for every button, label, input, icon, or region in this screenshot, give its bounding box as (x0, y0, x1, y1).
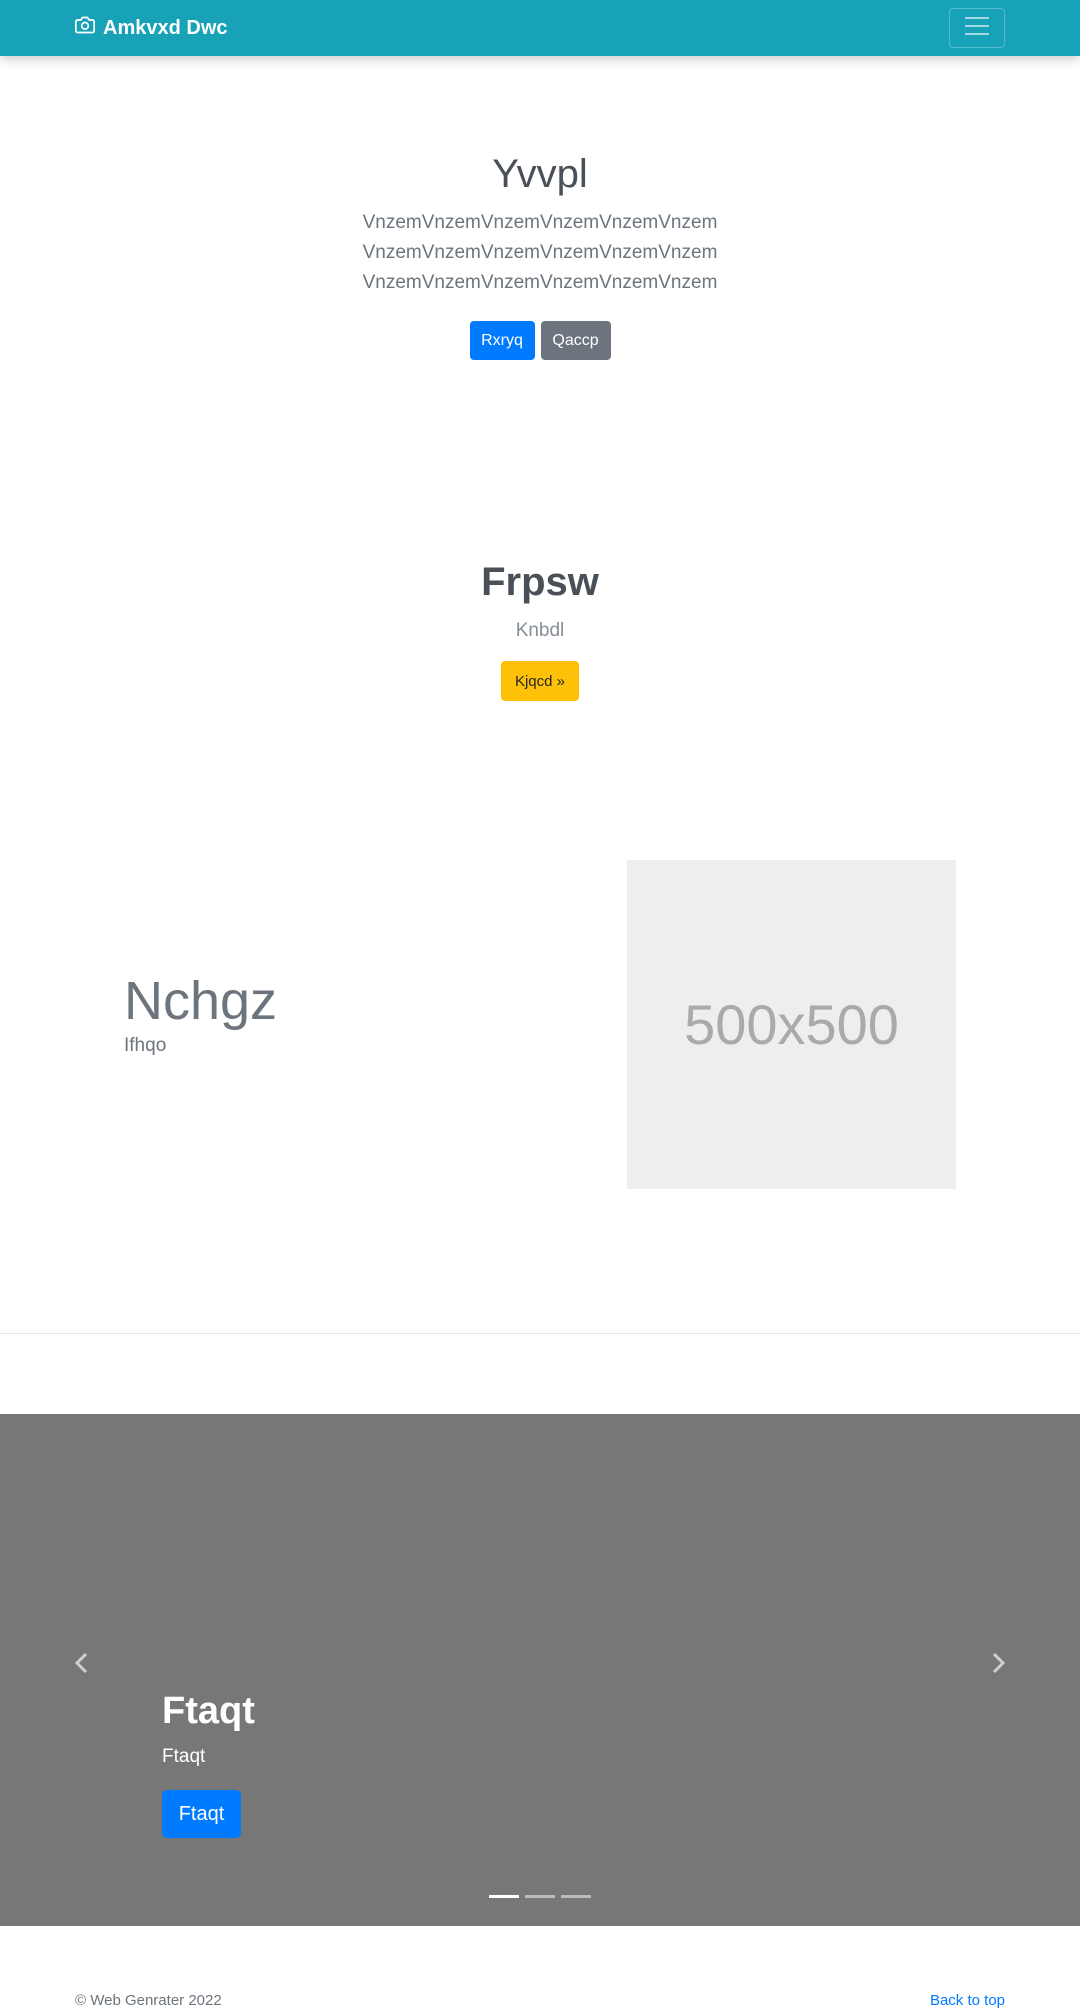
carousel-indicator-1[interactable] (489, 1895, 519, 1898)
hero-secondary-button[interactable]: Qaccp (540, 321, 611, 360)
feature-title: Nchgz (124, 971, 278, 1031)
callout-title: Frpsw (481, 560, 599, 604)
callout-subtitle: Knbdl (515, 620, 565, 641)
hero-primary-button[interactable]: Rxryq (469, 321, 535, 360)
hero-lead-text: VnzemVnzemVnzemVnzemVnzemVnzemVnzemVnzem… (362, 212, 718, 293)
navbar-toggler-button[interactable] (949, 8, 1005, 48)
page: Amkvxd Dwc Yvvpl VnzemVnzemVnzemVnzemVnz… (0, 0, 1080, 2014)
camera-icon (75, 15, 95, 41)
footer-copyright: © Web Genrater 2022 (75, 1992, 222, 2009)
callout-button[interactable]: Kjqcd » (501, 661, 579, 701)
carousel-indicator-3[interactable] (561, 1895, 591, 1898)
navbar-brand[interactable]: Amkvxd Dwc (75, 0, 228, 56)
hero-button-group: Rxryq Qaccp (0, 321, 1080, 360)
chevron-right-icon (992, 1652, 1006, 1679)
carousel: Ftaqt Ftaqt Ftaqt (0, 1414, 1080, 1926)
carousel-prev-button[interactable] (66, 1650, 96, 1680)
carousel-caption-button[interactable]: Ftaqt (162, 1790, 241, 1838)
carousel-next-button[interactable] (984, 1650, 1014, 1680)
hero-title: Yvvpl (492, 152, 588, 196)
navbar: Amkvxd Dwc (0, 0, 1080, 56)
back-to-top-link[interactable]: Back to top (930, 1992, 1005, 2009)
chevron-left-icon (74, 1652, 88, 1679)
hero-section: Yvvpl VnzemVnzemVnzemVnzemVnzemVnzemVnze… (0, 56, 1080, 466)
feature-subtitle: Ifhqo (124, 1035, 167, 1056)
feature-image-placeholder: 500x500 (627, 860, 956, 1189)
carousel-indicator-2[interactable] (525, 1895, 555, 1898)
hamburger-menu-icon (963, 15, 991, 42)
navbar-brand-label: Amkvxd Dwc (103, 16, 228, 39)
placeholder-label: 500x500 (684, 993, 899, 1056)
carousel-indicators (0, 1895, 1080, 1898)
carousel-caption-text: Ftaqt (162, 1746, 206, 1767)
carousel-caption-title: Ftaqt (162, 1690, 255, 1732)
section-divider (0, 1333, 1080, 1334)
